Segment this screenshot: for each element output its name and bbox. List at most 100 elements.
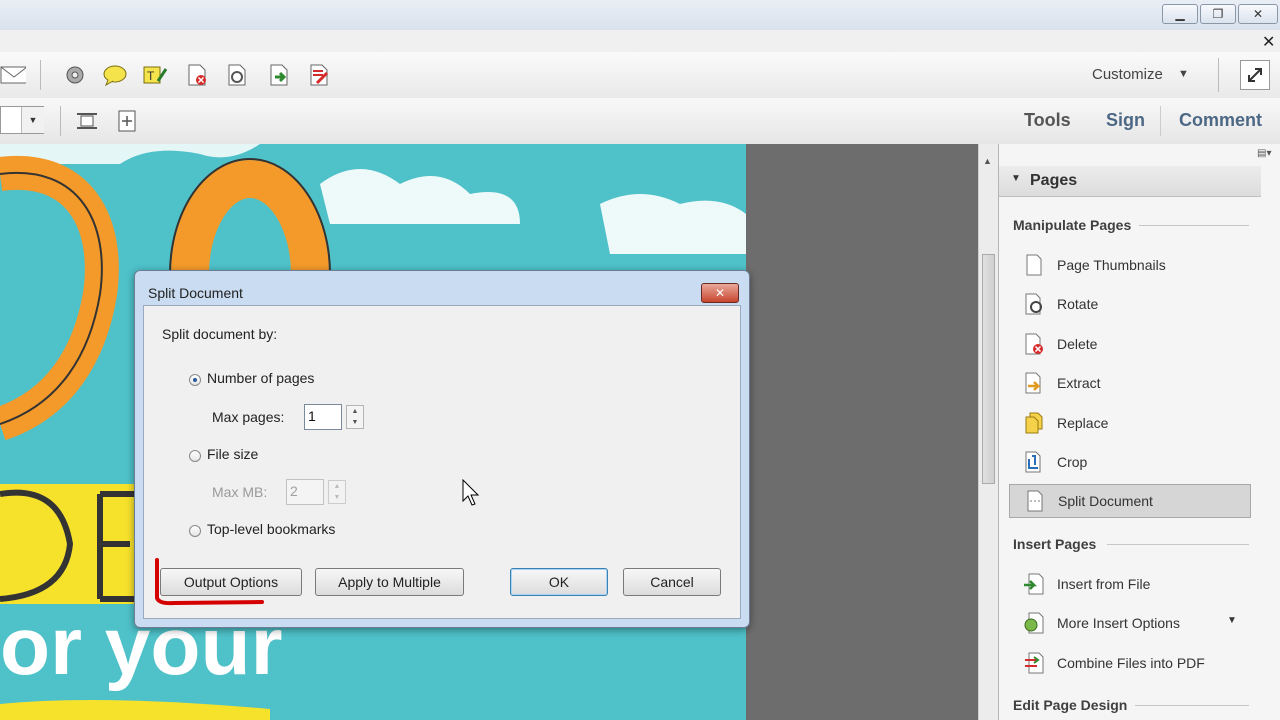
pane-item-label: Extract (1057, 375, 1101, 391)
max-mb-stepper[interactable]: ▲ ▼ (328, 480, 346, 504)
toolbar-divider (1218, 58, 1219, 92)
max-pages-input[interactable]: 1 (304, 404, 342, 430)
max-mb-input[interactable]: 2 (286, 479, 324, 505)
rotate-page-icon[interactable] (224, 62, 250, 88)
toolbar-divider (1160, 106, 1161, 136)
restore-button[interactable]: ❐ (1200, 4, 1236, 24)
email-icon[interactable] (0, 62, 26, 88)
toolbar-divider (60, 106, 61, 136)
max-pages-stepper[interactable]: ▲ ▼ (346, 405, 364, 429)
pane-item-extract[interactable]: Extract (1009, 366, 1251, 400)
section-divider (1135, 705, 1249, 706)
spin-down-icon[interactable]: ▼ (329, 492, 345, 503)
pane-item-replace[interactable]: Replace (1009, 406, 1251, 440)
section-divider (1107, 544, 1249, 545)
crop-icon (1023, 451, 1045, 473)
customize-label[interactable]: Customize (1092, 66, 1163, 83)
pane-item-label: More Insert Options (1057, 615, 1180, 631)
edit-document-icon[interactable] (306, 62, 332, 88)
pane-options-icon[interactable]: ▤▾ (1257, 148, 1271, 159)
minimize-icon: ▁ (1175, 7, 1185, 21)
pane-item-label: Rotate (1057, 296, 1099, 312)
max-pages-label: Max pages: (212, 409, 285, 425)
close-icon: ✕ (714, 286, 726, 300)
chevron-down-icon[interactable]: ▼ (21, 107, 44, 133)
radio-number-of-pages[interactable] (189, 374, 201, 386)
number-of-pages-label[interactable]: Number of pages (207, 370, 314, 386)
chevron-down-icon: ▼ (1227, 615, 1237, 626)
top-level-bookmarks-label[interactable]: Top-level bookmarks (207, 521, 335, 537)
spin-down-icon[interactable]: ▼ (347, 417, 363, 428)
pages-panel-title: Pages (1030, 172, 1078, 189)
pane-item-label: Replace (1057, 415, 1109, 431)
view-toolbar: ▼ Tools Sign Comment (0, 98, 1280, 145)
pane-item-label: Insert from File (1057, 576, 1151, 592)
dialog-close-button[interactable]: ✕ (701, 283, 739, 303)
page-thumbnails-icon (1023, 254, 1045, 276)
insert-pages-heading: Insert Pages (1013, 536, 1097, 552)
zoom-select[interactable]: ▼ (0, 106, 44, 134)
pane-item-label: Combine Files into PDF (1057, 655, 1205, 671)
mouse-cursor-icon (462, 479, 480, 506)
document-menubar: ✕ (0, 30, 1280, 52)
pane-item-combine-files[interactable]: Combine Files into PDF (1009, 646, 1251, 680)
comment-bubble-icon[interactable] (102, 62, 128, 88)
split-document-dialog: Split Document ✕ Split document by: Numb… (134, 270, 750, 628)
pane-item-label: Page Thumbnails (1057, 257, 1166, 273)
spin-up-icon[interactable]: ▲ (329, 481, 345, 492)
extract-icon (1023, 372, 1045, 394)
radio-top-level-bookmarks[interactable] (189, 525, 201, 537)
radio-file-size[interactable] (189, 450, 201, 462)
pane-item-split-document[interactable]: Split Document (1009, 484, 1251, 518)
chevron-down-icon: ▼ (1011, 173, 1021, 184)
scroll-up-icon[interactable]: ▲ (983, 156, 992, 166)
pane-item-label: Split Document (1058, 493, 1153, 509)
pages-panel-header[interactable]: ▼ Pages (999, 166, 1261, 197)
pane-item-crop[interactable]: Crop (1009, 445, 1251, 479)
svg-text:T: T (147, 69, 155, 83)
document-close-icon[interactable]: ✕ (1262, 32, 1275, 52)
text-edit-icon[interactable]: T (142, 62, 168, 88)
fullscreen-icon[interactable] (1240, 60, 1270, 90)
spin-up-icon[interactable]: ▲ (347, 406, 363, 417)
toolbar-divider (40, 60, 41, 90)
gear-icon[interactable] (62, 62, 88, 88)
replace-icon (1023, 412, 1045, 434)
window-close-button[interactable]: ✕ (1238, 4, 1278, 24)
tools-pane-tab[interactable]: Tools (1024, 110, 1071, 131)
restore-icon: ❐ (1212, 7, 1224, 21)
rotate-icon (1023, 293, 1045, 315)
close-icon: ✕ (1252, 7, 1264, 21)
section-divider (1139, 225, 1249, 226)
max-mb-label: Max MB: (212, 484, 268, 500)
more-insert-options-icon (1023, 612, 1045, 634)
cancel-button[interactable]: Cancel (623, 568, 721, 596)
sign-pane-tab[interactable]: Sign (1106, 110, 1145, 131)
pane-item-insert-from-file[interactable]: Insert from File (1009, 567, 1251, 601)
pane-item-more-insert-options[interactable]: More Insert Options ▼ (1009, 606, 1251, 640)
minimize-button[interactable]: ▁ (1162, 4, 1198, 24)
extract-page-icon[interactable] (266, 62, 292, 88)
tools-pane: ▤▾ ▼ Pages Manipulate Pages Page Thumbna… (998, 144, 1280, 720)
pane-item-page-thumbnails[interactable]: Page Thumbnails (1009, 248, 1251, 282)
pane-item-delete[interactable]: Delete (1009, 327, 1251, 361)
scrollbar-thumb[interactable] (982, 254, 995, 484)
apply-to-multiple-button[interactable]: Apply to Multiple (315, 568, 464, 596)
insert-from-file-icon (1023, 573, 1045, 595)
window-titlebar: ▁ ❐ ✕ (0, 0, 1280, 30)
pane-item-label: Delete (1057, 336, 1098, 352)
file-size-label[interactable]: File size (207, 446, 258, 462)
delete-page-icon[interactable] (184, 62, 210, 88)
dialog-body: Split document by: Number of pages Max p… (143, 305, 741, 619)
edit-page-design-heading: Edit Page Design (1013, 697, 1128, 713)
ok-button[interactable]: OK (510, 568, 608, 596)
pane-item-rotate[interactable]: Rotate (1009, 287, 1251, 321)
fit-width-icon[interactable] (114, 108, 140, 134)
chevron-down-icon[interactable]: ▼ (1178, 68, 1189, 80)
vertical-scrollbar[interactable]: ▲ (978, 144, 999, 720)
pane-item-label: Crop (1057, 454, 1088, 470)
fit-page-icon[interactable] (74, 108, 100, 134)
combine-files-icon (1023, 652, 1045, 674)
quick-tools-toolbar: T Customize ▼ (0, 52, 1280, 99)
comment-pane-tab[interactable]: Comment (1179, 110, 1262, 131)
